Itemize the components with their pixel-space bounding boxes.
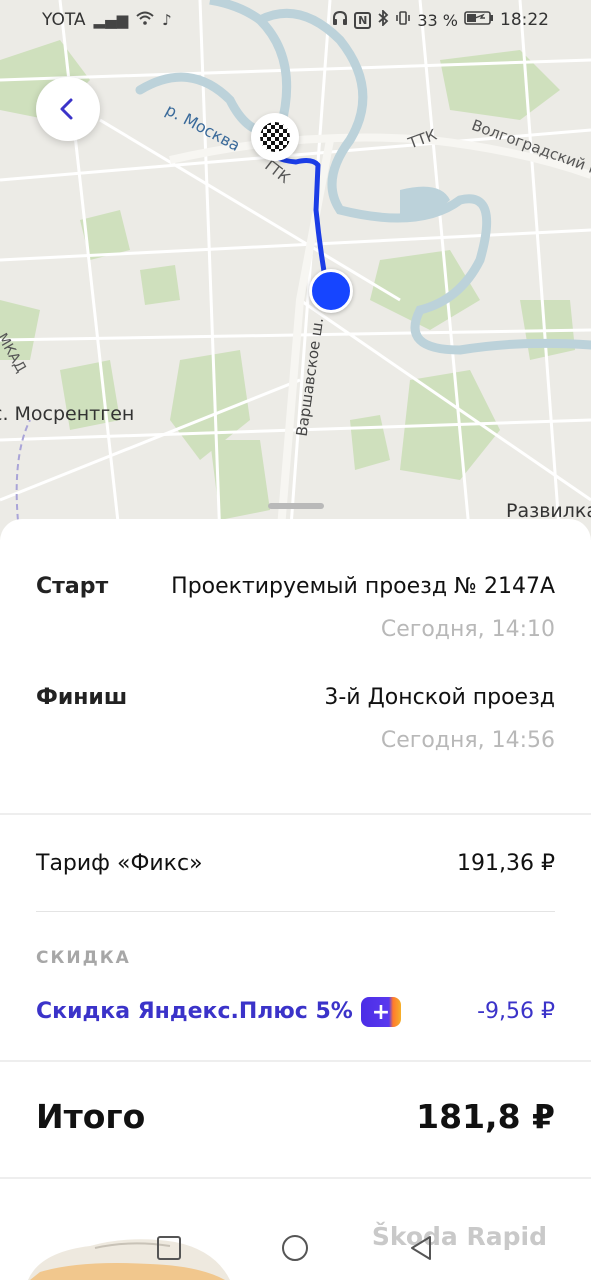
finish-marker[interactable] <box>251 113 299 161</box>
divider <box>0 1060 591 1062</box>
divider <box>0 813 591 815</box>
wifi-icon <box>136 11 154 29</box>
start-time: Сегодня, 14:10 <box>380 617 555 642</box>
sheet-drag-handle[interactable] <box>268 503 324 509</box>
map-label-mosrentgen: с. Мосрентген <box>0 403 135 425</box>
chevron-left-icon <box>60 98 73 120</box>
recent-apps-button[interactable] <box>153 1232 185 1264</box>
square-icon <box>157 1236 181 1260</box>
bluetooth-icon <box>377 8 389 30</box>
start-location-marker[interactable] <box>309 269 353 313</box>
start-address: Проектируемый проезд № 2147А <box>171 574 555 599</box>
total-label: Итого <box>36 1097 146 1136</box>
route-finish-row: Финиш 3-й Донской проезд Сегодня, 14:56 <box>36 685 555 755</box>
discount-amount: -9,56 ₽ <box>477 999 555 1024</box>
tiktok-icon: ♪ <box>162 11 172 29</box>
total-amount: 181,8 ₽ <box>416 1097 555 1136</box>
finish-label: Финиш <box>36 685 128 710</box>
status-bar: YOTA ▂▄▆ ♪ N 33 % 18:22 <box>0 0 591 40</box>
finish-time: Сегодня, 14:56 <box>380 728 555 753</box>
route-start-row: Старт Проектируемый проезд № 2147А Сегод… <box>36 574 555 644</box>
discount-label: Скидка Яндекс.Плюс 5% <box>36 999 353 1024</box>
status-time: 18:22 <box>500 10 549 30</box>
map-view[interactable]: р. Москва ТТК ТТК Волгоградский пр с. Мо… <box>0 0 591 540</box>
home-button[interactable] <box>279 1232 311 1264</box>
vibrate-icon <box>395 10 411 30</box>
signal-icon: ▂▄▆ <box>93 11 129 29</box>
map-background <box>0 0 591 540</box>
trip-details-sheet: Старт Проектируемый проезд № 2147А Сегод… <box>0 519 591 1280</box>
headphones-icon <box>332 10 348 30</box>
circle-icon <box>282 1235 308 1261</box>
car-promo-banner[interactable]: Škoda Rapid <box>0 1180 591 1280</box>
car-model-name: Škoda Rapid <box>371 1222 547 1251</box>
discount-caption: СКИДКА <box>36 948 131 968</box>
battery-percent: 33 % <box>417 10 458 30</box>
divider <box>36 911 555 912</box>
divider <box>0 1177 591 1179</box>
carrier-name: YOTA <box>42 10 86 30</box>
finish-address: 3-й Донской проезд <box>324 685 555 710</box>
tariff-label: Тариф «Фикс» <box>36 851 203 876</box>
checkered-flag-icon <box>260 122 290 152</box>
start-label: Старт <box>36 574 109 599</box>
back-button[interactable] <box>36 77 100 141</box>
battery-icon <box>464 10 494 30</box>
nfc-icon: N <box>354 11 372 29</box>
tariff-amount: 191,36 ₽ <box>457 851 555 876</box>
triangle-back-icon <box>411 1236 431 1260</box>
yandex-plus-badge: + <box>361 997 401 1027</box>
back-nav-button[interactable] <box>405 1232 437 1264</box>
